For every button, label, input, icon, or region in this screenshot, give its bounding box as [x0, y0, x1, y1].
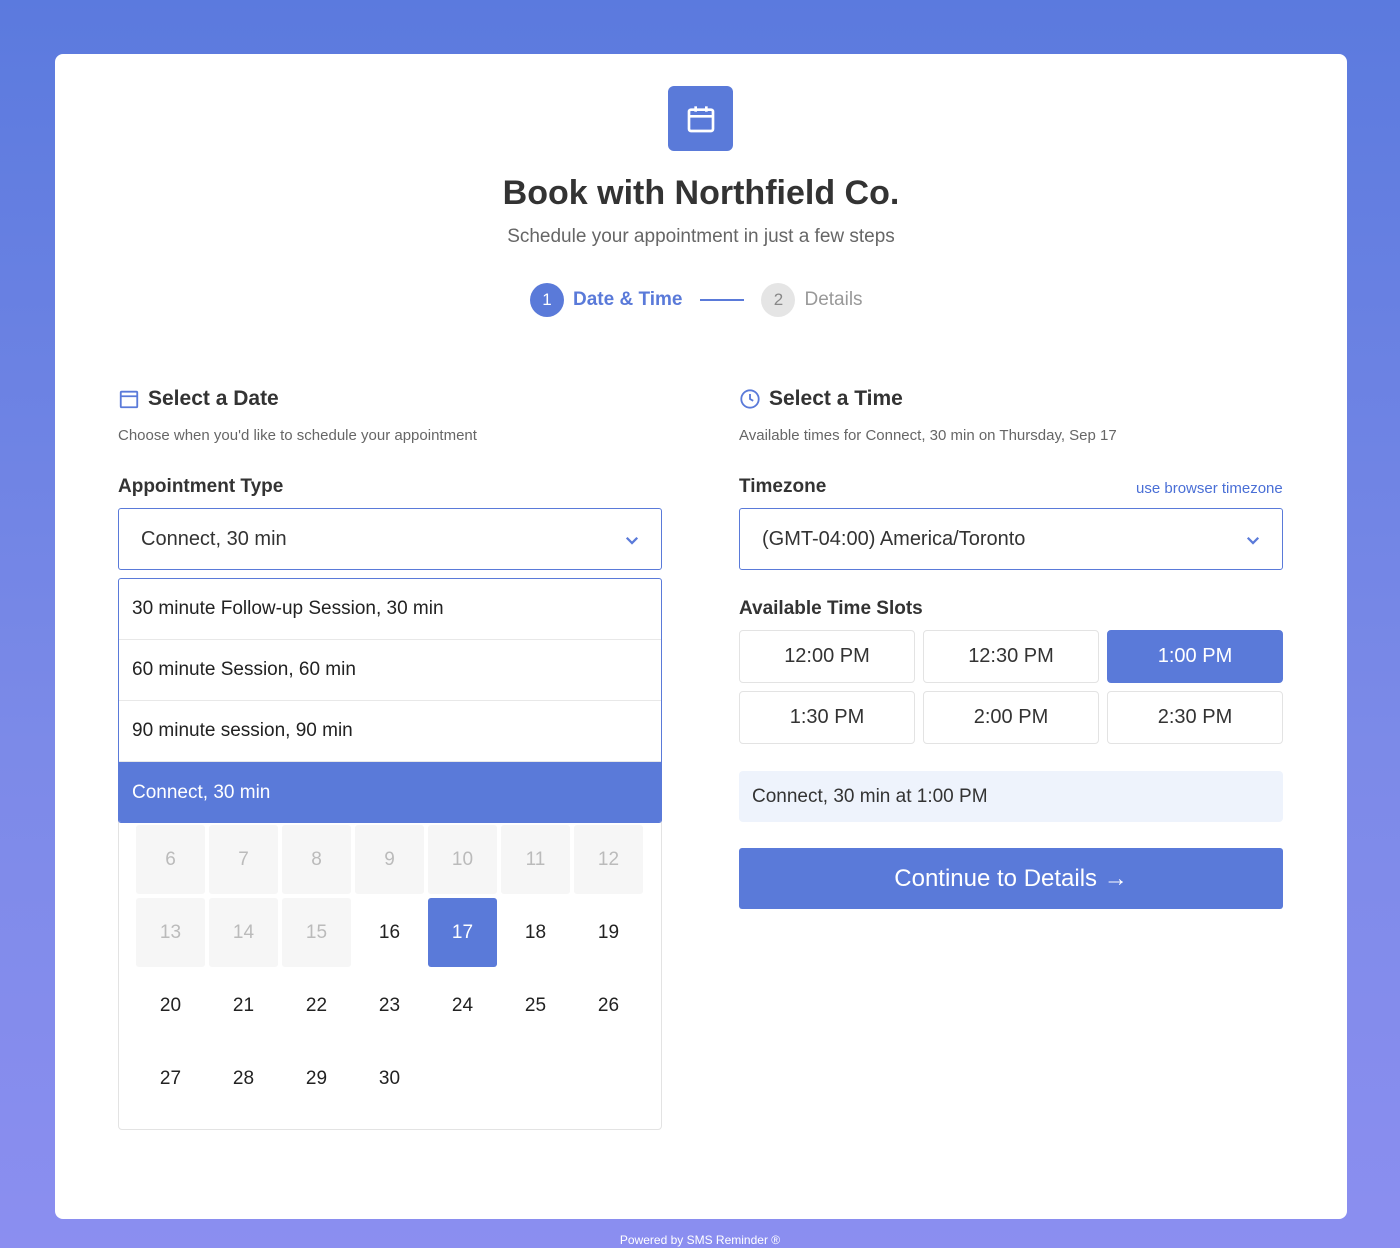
calendar-day[interactable]: 30: [355, 1044, 424, 1113]
dropdown-option[interactable]: 60 minute Session, 60 min: [119, 640, 661, 701]
step-connector: [700, 299, 745, 301]
calendar-icon: [118, 388, 140, 410]
time-slot-button[interactable]: 1:30 PM: [739, 691, 915, 744]
dropdown-option[interactable]: 30 minute Follow-up Session, 30 min: [119, 579, 661, 640]
chevron-down-icon: [1246, 536, 1260, 545]
calendar-day[interactable]: 22: [282, 971, 351, 1040]
calendar-day[interactable]: 28: [209, 1044, 278, 1113]
step-1-number: 1: [530, 283, 564, 317]
time-slot-button[interactable]: 1:00 PM: [1107, 630, 1283, 683]
appointment-type-label: Appointment Type: [118, 476, 284, 497]
appointment-type-dropdown: 30 minute Follow-up Session, 30 min 60 m…: [118, 578, 662, 823]
continue-button[interactable]: Continue to Details →: [739, 848, 1283, 909]
clock-icon: [739, 388, 761, 410]
powered-by-footer: Powered by SMS Reminder ®: [619, 1233, 781, 1247]
calendar-day: 11: [501, 825, 570, 894]
step-indicator: 1 Date & Time 2 Details: [530, 282, 863, 318]
calendar-day: 10: [428, 825, 497, 894]
time-slot-button[interactable]: 12:00 PM: [739, 630, 915, 683]
time-slots-label: Available Time Slots: [739, 598, 923, 619]
calendar-day: 8: [282, 825, 351, 894]
calendar-day: 13: [136, 898, 205, 967]
calendar-day[interactable]: 17: [428, 898, 497, 967]
calendar-day: 14: [209, 898, 278, 967]
dropdown-option[interactable]: 90 minute session, 90 min: [119, 701, 661, 762]
calendar-day: 9: [355, 825, 424, 894]
appointment-type-value: Connect, 30 min: [141, 527, 287, 550]
time-section-title: Select a Time: [769, 387, 903, 410]
step-2-number: 2: [761, 283, 796, 317]
calendar-day[interactable]: 25: [501, 971, 570, 1040]
date-section-description: Choose when you'd like to schedule your …: [118, 427, 477, 444]
time-section-description: Available times for Connect, 30 min on T…: [739, 427, 1117, 444]
timezone-label: Timezone: [739, 476, 827, 497]
time-slot-button[interactable]: 12:30 PM: [923, 630, 1099, 683]
calendar-day[interactable]: 21: [209, 971, 278, 1040]
use-browser-timezone-link[interactable]: use browser timezone: [1136, 480, 1283, 497]
calendar-day[interactable]: 29: [282, 1044, 351, 1113]
calendar-day[interactable]: 18: [501, 898, 570, 967]
booking-card: Book with Northfield Co. Schedule your a…: [55, 54, 1347, 1219]
timezone-select[interactable]: (GMT-04:00) America/Toronto: [739, 508, 1283, 570]
calendar-logo-icon: [668, 86, 733, 151]
calendar-day[interactable]: 23: [355, 971, 424, 1040]
page-subtitle: Schedule your appointment in just a few …: [507, 226, 895, 247]
selection-summary: Connect, 30 min at 1:00 PM: [739, 771, 1283, 822]
date-section-heading: Select a Date: [118, 387, 279, 411]
page-title: Book with Northfield Co.: [502, 174, 900, 212]
calendar-day[interactable]: 24: [428, 971, 497, 1040]
step-1-label: Date & Time: [573, 289, 683, 310]
calendar-day: 6: [136, 825, 205, 894]
calendar-day: 7: [209, 825, 278, 894]
date-section-title: Select a Date: [148, 387, 279, 410]
calendar-day[interactable]: 16: [355, 898, 424, 967]
timezone-value: (GMT-04:00) America/Toronto: [762, 527, 1026, 550]
dropdown-option-selected[interactable]: Connect, 30 min: [119, 762, 661, 822]
chevron-down-icon: [625, 536, 639, 545]
time-slot-button[interactable]: 2:30 PM: [1107, 691, 1283, 744]
calendar-day: 12: [574, 825, 643, 894]
calendar-day: 15: [282, 898, 351, 967]
calendar-day[interactable]: 20: [136, 971, 205, 1040]
calendar-grid: 6 7 8 9 10 11 12 13 14 15 16 17 18 19 20 21 22 23 24 25 26 27…: [136, 825, 643, 1113]
time-slots-grid: 12:00 PM 12:30 PM 1:00 PM 1:30 PM 2:00 PM 2:3…: [739, 630, 1283, 744]
step-2-label: Details: [804, 289, 863, 310]
time-section-heading: Select a Time: [739, 387, 903, 411]
calendar-day[interactable]: 27: [136, 1044, 205, 1113]
time-slot-button[interactable]: 2:00 PM: [923, 691, 1099, 744]
appointment-type-select[interactable]: Connect, 30 min: [118, 508, 662, 570]
calendar-day[interactable]: 26: [574, 971, 643, 1040]
calendar-day[interactable]: 19: [574, 898, 643, 967]
